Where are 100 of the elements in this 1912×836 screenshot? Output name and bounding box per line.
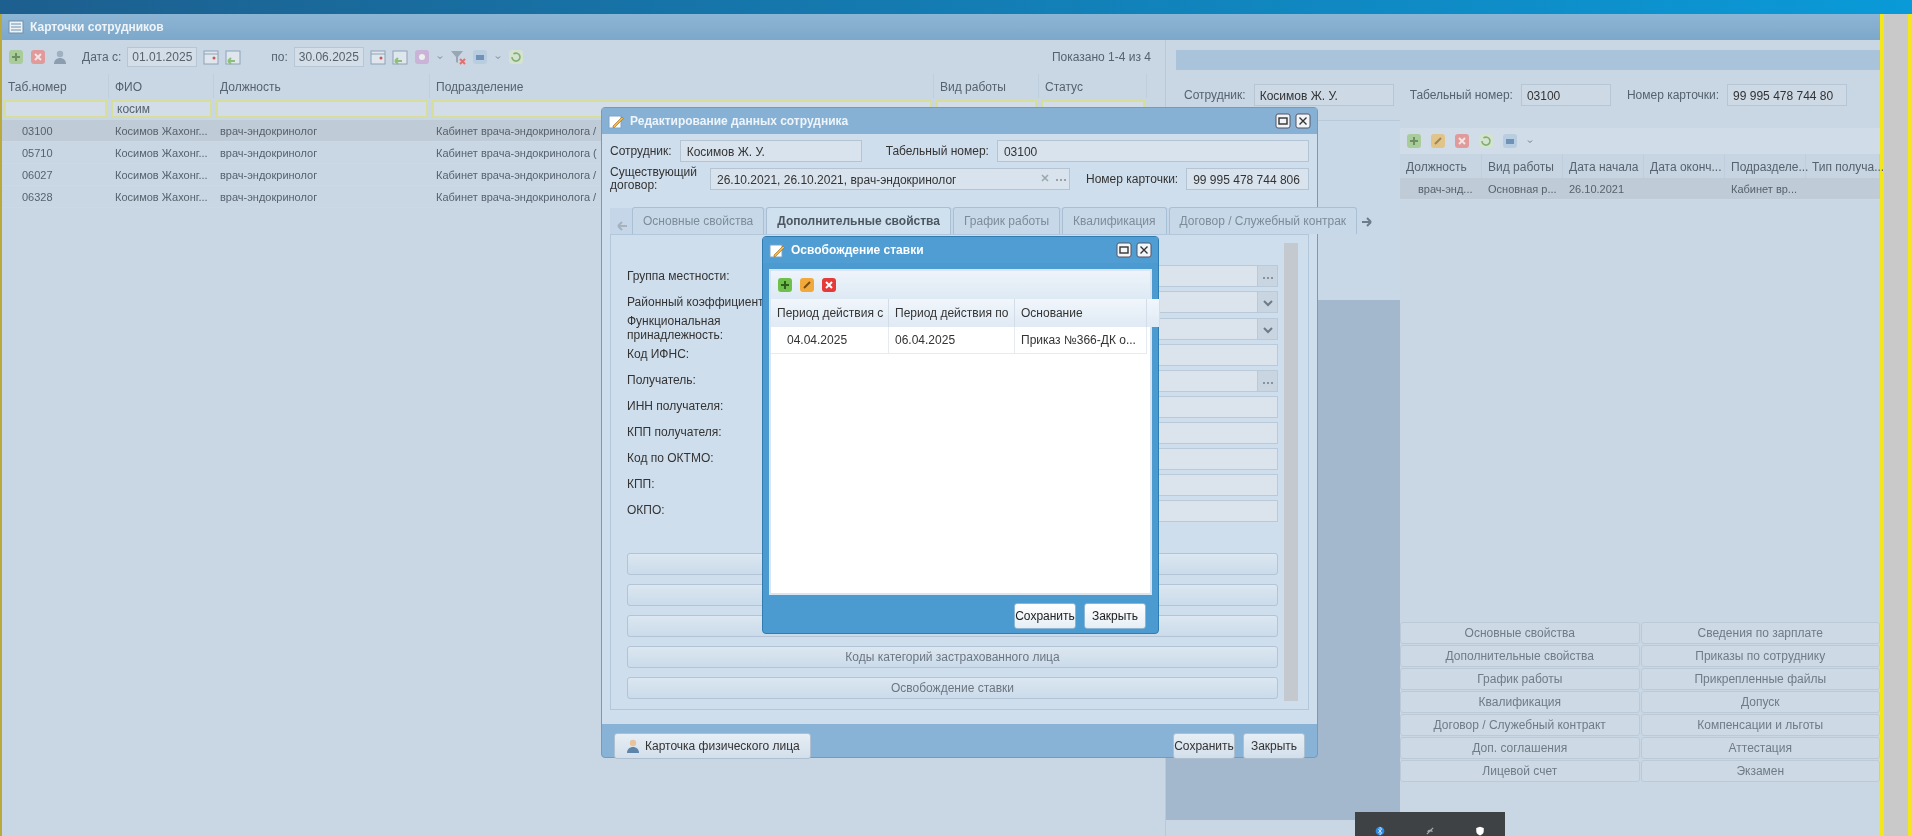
text-field[interactable]: 99 995 478 744 80 bbox=[1727, 84, 1848, 106]
table-cell: 05710 bbox=[2, 142, 109, 164]
maximize-icon[interactable] bbox=[1275, 113, 1291, 129]
filter-field[interactable] bbox=[4, 100, 107, 118]
maximize-icon[interactable] bbox=[1116, 242, 1132, 258]
section-button[interactable]: Экзамен bbox=[1640, 760, 1880, 782]
clear-filter-icon[interactable] bbox=[449, 49, 466, 65]
section-button[interactable]: Квалификация bbox=[1400, 691, 1640, 713]
field-label: Группа местности: bbox=[627, 269, 731, 283]
table-row[interactable]: врач-энд... Основная р... 26.10.2021 Кабинет вр... bbox=[1400, 178, 1880, 200]
summary-text: Показано 1-4 из 4 bbox=[1051, 49, 1151, 66]
window-title: Карточки сотрудников bbox=[30, 19, 164, 36]
column-header[interactable]: Период действия по bbox=[889, 299, 1015, 327]
section-button[interactable]: Аттестация bbox=[1640, 737, 1880, 759]
table-cell: Основная р... bbox=[1482, 178, 1563, 200]
dialog-button[interactable]: Сохранить bbox=[1173, 733, 1235, 759]
person-icon[interactable] bbox=[52, 49, 68, 65]
section-button[interactable]: Дополнительные свойства bbox=[1400, 645, 1640, 667]
table-cell: 03100 bbox=[2, 120, 109, 142]
section-button[interactable]: Допуск bbox=[1640, 691, 1880, 713]
section-button[interactable]: Прикрепленные файлы bbox=[1640, 668, 1880, 690]
field-label: Сотрудник: bbox=[1184, 87, 1246, 104]
section-button[interactable]: Коды категорий застрахованного лица bbox=[627, 645, 1278, 668]
tab[interactable]: Основные свойства bbox=[632, 207, 765, 235]
text-field[interactable]: 03100 bbox=[996, 140, 1309, 162]
section-button[interactable]: Сведения по зарплате bbox=[1640, 622, 1880, 644]
table-cell: врач-эндокринолог bbox=[214, 164, 430, 186]
refresh-icon[interactable] bbox=[507, 49, 524, 65]
section-button[interactable]: Приказы по сотруднику bbox=[1640, 645, 1880, 667]
section-button[interactable]: График работы bbox=[1400, 668, 1640, 690]
dialog-button[interactable]: Сохранить bbox=[1014, 603, 1076, 629]
field-label: Код по ОКТМО: bbox=[627, 452, 715, 466]
table-cell: Приказ №366-ДК о... bbox=[1015, 327, 1147, 354]
section-button[interactable]: Доп. соглашения bbox=[1400, 737, 1640, 759]
refresh-icon[interactable] bbox=[1478, 133, 1494, 149]
section-button[interactable]: Договор / Служебный контракт bbox=[1400, 714, 1640, 736]
table-cell: 06328 bbox=[2, 186, 109, 208]
print-icon[interactable] bbox=[471, 49, 488, 65]
calendar-icon[interactable] bbox=[391, 49, 408, 65]
column-header[interactable]: Основание bbox=[1015, 299, 1147, 327]
table-cell: врач-эндокринолог bbox=[214, 186, 430, 208]
section-button[interactable]: Основные свойства bbox=[1400, 622, 1640, 644]
combo-field[interactable]: 26.10.2021, 26.10.2021, врач-эндокринолог bbox=[710, 168, 1070, 191]
text-field[interactable]: Косимов Ж. У. bbox=[679, 140, 862, 162]
field-label: Функциональная принадлежность: bbox=[627, 315, 725, 342]
calendar-icon[interactable] bbox=[225, 49, 242, 65]
calendar-icon[interactable] bbox=[369, 49, 386, 65]
table-cell: 06027 bbox=[2, 164, 109, 186]
pencil-icon bbox=[769, 242, 785, 258]
close-icon[interactable] bbox=[1136, 242, 1152, 258]
person-card-button[interactable]: Карточка физического лица bbox=[614, 733, 811, 759]
field-label: КПП получателя: bbox=[627, 426, 723, 440]
dialog-button[interactable]: Закрыть bbox=[1084, 603, 1146, 629]
section-button[interactable]: Лицевой счет bbox=[1400, 760, 1640, 782]
print-icon[interactable] bbox=[1502, 133, 1518, 149]
gear-icon[interactable] bbox=[413, 49, 430, 65]
table-cell: Кабинет вр... bbox=[1725, 178, 1806, 200]
column-header[interactable]: Период действия с bbox=[771, 299, 889, 327]
column-header[interactable]: ФИО bbox=[109, 74, 214, 98]
field-label: Код ИФНС: bbox=[627, 348, 691, 362]
dialog-button[interactable]: Закрыть bbox=[1243, 733, 1305, 759]
column-header[interactable]: Подразделение bbox=[430, 74, 934, 98]
filter-field[interactable]: косим bbox=[111, 100, 212, 118]
filter-field[interactable] bbox=[216, 100, 428, 118]
delete-icon[interactable] bbox=[1454, 133, 1470, 149]
table-cell: Косимов Жахонг... bbox=[109, 142, 214, 164]
tab[interactable]: График работы bbox=[952, 207, 1061, 235]
column-header[interactable]: Таб.номер bbox=[2, 74, 109, 98]
column-header[interactable]: Вид работы bbox=[934, 74, 1039, 98]
edit-icon[interactable] bbox=[799, 277, 815, 293]
table-cell: врач-эндокринолог bbox=[214, 142, 430, 164]
text-field[interactable]: 03100 bbox=[1520, 84, 1611, 106]
add-icon[interactable] bbox=[777, 277, 793, 293]
tab[interactable]: Квалификация bbox=[1062, 207, 1167, 235]
column-header[interactable]: Должность bbox=[214, 74, 430, 98]
person-icon bbox=[625, 738, 641, 754]
tab[interactable]: Договор / Служебный контрак bbox=[1168, 207, 1358, 235]
scrollbar[interactable] bbox=[1884, 14, 1908, 836]
table-cell: Косимов Жахонг... bbox=[109, 186, 214, 208]
field-label: Сотрудник: bbox=[610, 143, 672, 160]
tab[interactable]: Дополнительные свойства bbox=[766, 207, 951, 235]
text-field[interactable]: Косимов Ж. У. bbox=[1253, 84, 1394, 106]
table-cell: 04.04.2025 bbox=[771, 327, 889, 354]
delete-icon[interactable] bbox=[30, 49, 46, 65]
close-icon[interactable] bbox=[1295, 113, 1311, 129]
column-header[interactable]: Статус bbox=[1039, 74, 1147, 98]
date-from-field[interactable]: 01.01.2025 bbox=[127, 47, 198, 67]
field-label: ИНН получателя: bbox=[627, 400, 725, 414]
text-field[interactable]: 99 995 478 744 806 bbox=[1186, 168, 1309, 191]
list-icon bbox=[8, 19, 24, 35]
calendar-icon[interactable] bbox=[203, 49, 220, 65]
scrollbar[interactable] bbox=[1284, 243, 1298, 702]
section-button[interactable]: Освобождение ставки bbox=[627, 676, 1278, 699]
date-to-field[interactable]: 30.06.2025 bbox=[293, 47, 364, 67]
delete-icon[interactable] bbox=[821, 277, 837, 293]
field-label: Табельный номер: bbox=[1409, 87, 1513, 104]
section-button[interactable]: Компенсации и льготы bbox=[1640, 714, 1880, 736]
pencil-icon bbox=[608, 113, 624, 129]
date-from-label: Дата с: bbox=[82, 49, 122, 66]
field-label: Получатель: bbox=[627, 374, 697, 388]
